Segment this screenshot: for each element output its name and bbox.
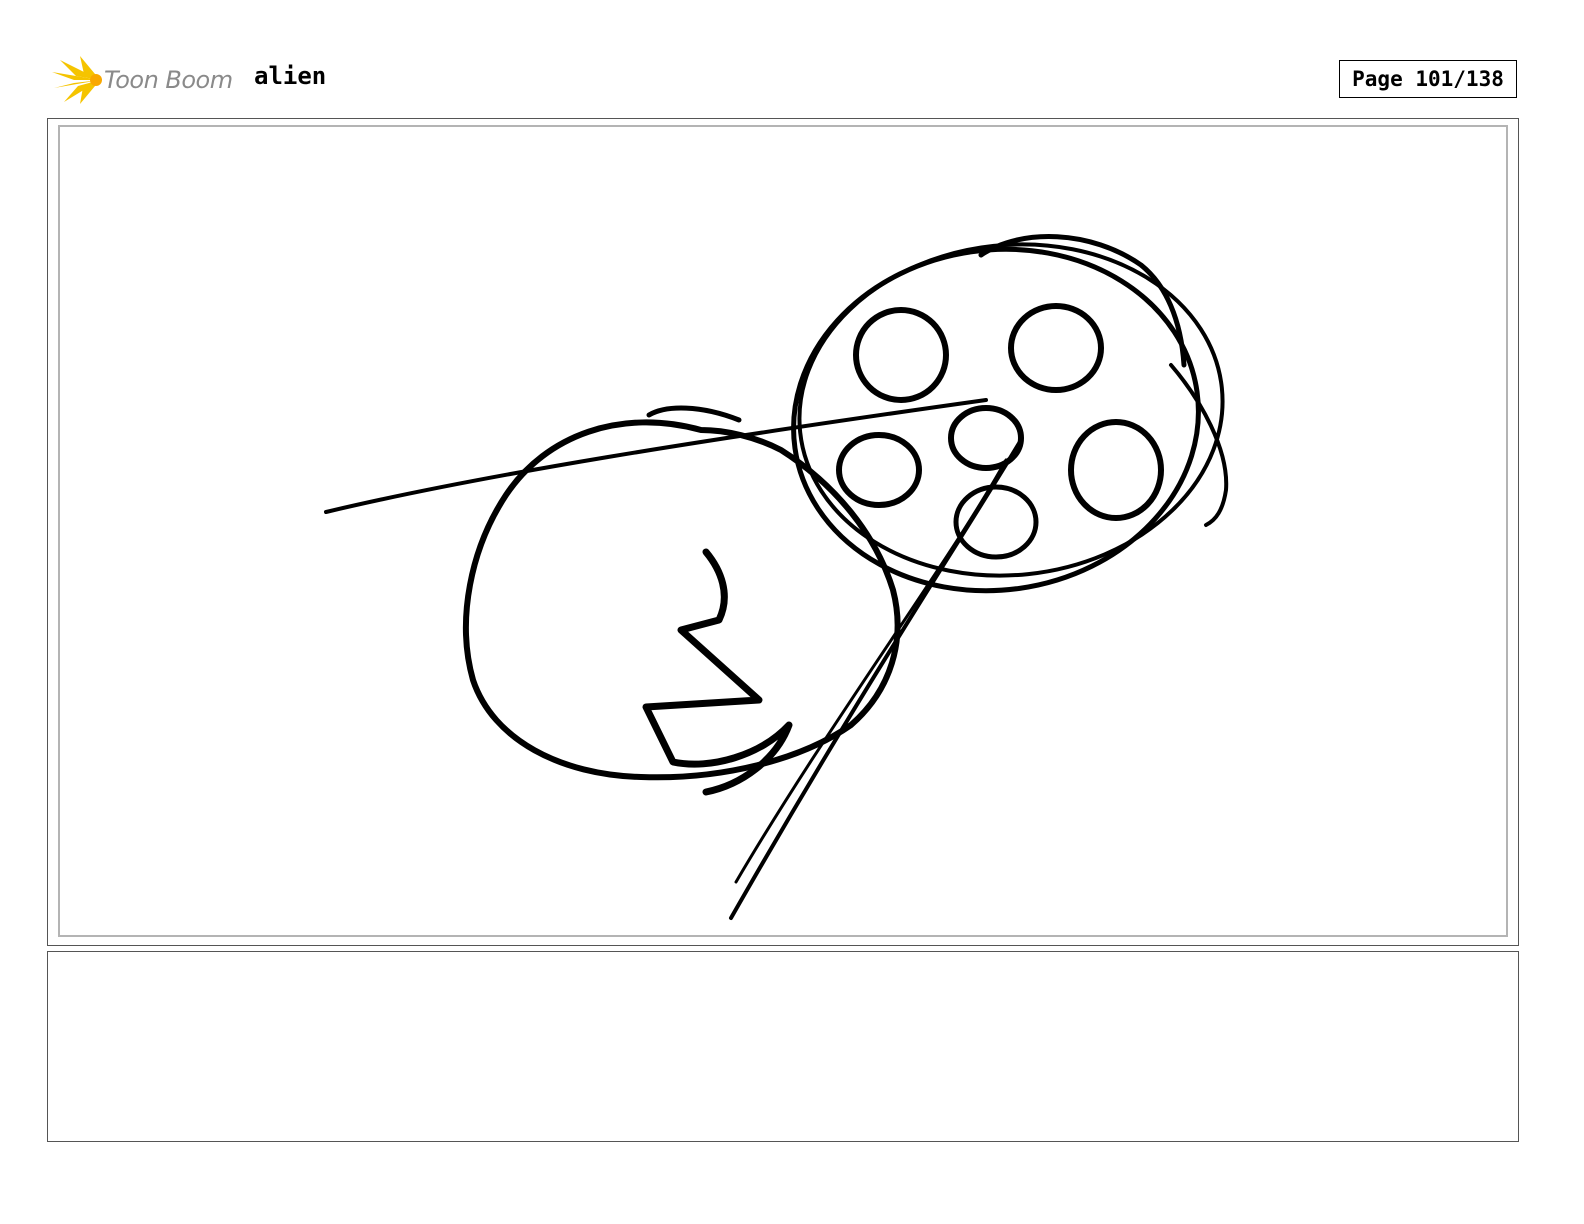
project-title: alien xyxy=(254,62,327,90)
stick-line xyxy=(729,438,1023,920)
starburst-icon xyxy=(52,56,102,104)
logo-text: Toon Boom xyxy=(104,66,233,94)
reel-hole xyxy=(836,432,922,508)
panel-image xyxy=(58,125,1508,937)
stick-line-2 xyxy=(734,458,1008,884)
film-reel-outer-2 xyxy=(797,242,1225,578)
storyboard-sketch xyxy=(324,234,1229,920)
caption-box xyxy=(47,951,1519,1142)
head-outline xyxy=(462,419,901,781)
panel-frame xyxy=(47,118,1519,946)
beam-line xyxy=(324,398,988,514)
toon-boom-logo: Toon Boom xyxy=(50,54,240,108)
reel-hole xyxy=(853,307,949,403)
reel-hole xyxy=(1008,303,1104,393)
face-profile xyxy=(642,548,793,796)
storyboard-page: Toon Boom alien Page 101/138 xyxy=(0,0,1584,1224)
page-number: Page 101/138 xyxy=(1339,60,1517,98)
head-bump xyxy=(646,405,742,423)
page-header: Toon Boom alien Page 101/138 xyxy=(0,0,1584,110)
reel-hole xyxy=(1068,419,1164,521)
